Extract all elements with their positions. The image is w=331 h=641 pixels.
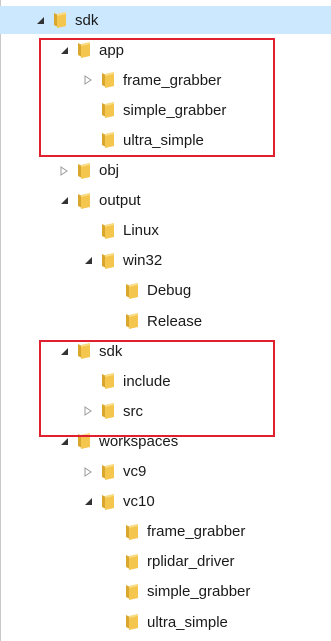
tree-item[interactable]: frame_grabber xyxy=(0,518,331,546)
tree-item[interactable]: simple_grabber xyxy=(0,578,331,606)
tree-item[interactable]: output xyxy=(0,187,331,215)
folder-icon xyxy=(75,191,93,211)
expander-placeholder xyxy=(106,578,118,606)
tree-item-label: vc10 xyxy=(123,493,155,511)
tree-item[interactable]: Linux xyxy=(0,217,331,245)
expander-placeholder xyxy=(106,548,118,576)
tree-item[interactable]: Release xyxy=(0,307,331,335)
folder-icon xyxy=(99,462,117,482)
expanded-arrow-icon[interactable] xyxy=(82,488,94,516)
folder-icon xyxy=(123,522,141,542)
expanded-arrow-icon[interactable] xyxy=(34,6,46,34)
tree-item[interactable]: Debug xyxy=(0,277,331,305)
tree-item-label: Debug xyxy=(147,282,192,300)
expanded-arrow-icon[interactable] xyxy=(58,187,70,215)
tree-item[interactable]: vc10 xyxy=(0,488,331,516)
expander-placeholder xyxy=(106,307,118,335)
expander-placeholder xyxy=(82,217,94,245)
folder-icon xyxy=(123,311,141,331)
folder-icon xyxy=(123,552,141,572)
folder-icon xyxy=(123,281,141,301)
folder-icon xyxy=(99,251,117,271)
tree-item-label: sdk xyxy=(75,11,99,29)
highlight-box-sdk xyxy=(39,340,275,437)
folder-icon xyxy=(51,10,69,30)
tree-item-label: rplidar_driver xyxy=(147,553,235,571)
tree-item-label: win32 xyxy=(123,252,163,270)
collapsed-arrow-icon[interactable] xyxy=(82,458,94,486)
tree-item-label: frame_grabber xyxy=(147,523,246,541)
tree-item[interactable]: obj xyxy=(0,157,331,185)
folder-icon xyxy=(99,492,117,512)
tree-item[interactable]: rplidar_driver xyxy=(0,548,331,576)
tree-item-label: output xyxy=(99,192,141,210)
tree-item-label: vc9 xyxy=(123,463,147,480)
folder-icon xyxy=(123,582,141,602)
folder-icon xyxy=(123,612,141,632)
tree-item[interactable]: win32 xyxy=(0,247,331,275)
expander-placeholder xyxy=(106,277,118,305)
highlight-box-app xyxy=(39,38,275,157)
expander-placeholder xyxy=(106,608,118,636)
tree-item[interactable]: sdk xyxy=(0,6,331,34)
tree-item-label: simple_grabber xyxy=(147,583,251,601)
tree-item-label: Linux xyxy=(123,222,159,240)
collapsed-arrow-icon[interactable] xyxy=(58,157,70,185)
expander-placeholder xyxy=(106,518,118,546)
folder-icon xyxy=(75,161,93,181)
tree-item-label: ultra_simple xyxy=(147,613,228,631)
folder-icon xyxy=(99,221,117,241)
expanded-arrow-icon[interactable] xyxy=(82,247,94,275)
tree-item[interactable]: ultra_simple xyxy=(0,608,331,636)
tree-item[interactable]: vc9 xyxy=(0,458,331,486)
tree-item-label: obj xyxy=(99,162,120,179)
tree-item-label: Release xyxy=(147,312,203,330)
